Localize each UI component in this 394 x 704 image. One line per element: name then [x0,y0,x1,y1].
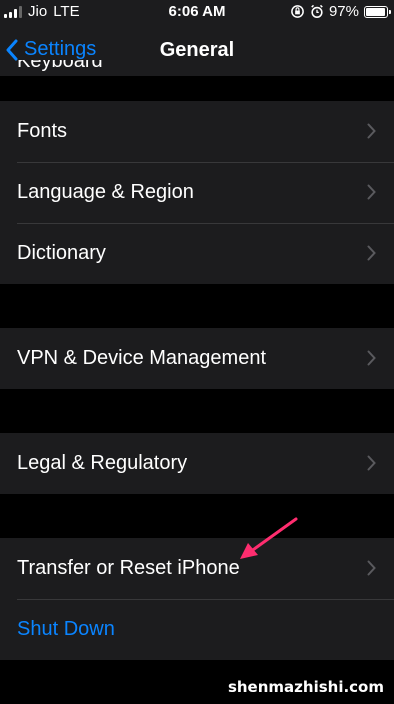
chevron-right-icon [367,455,376,471]
shut-down-row[interactable]: Shut Down [0,599,394,660]
orientation-lock-icon [291,5,304,18]
settings-group-3: Legal & Regulatory [0,433,394,494]
battery-percent: 97% [328,3,359,20]
row-label: Fonts [17,120,68,142]
settings-group-2: VPN & Device Management [0,328,394,389]
alarm-icon [311,4,323,18]
row-label: Dictionary [17,242,106,264]
chevron-right-icon [367,350,376,366]
shut-down-label: Shut Down [17,618,115,640]
annotation-arrow-icon [240,517,298,559]
chevron-right-icon [367,184,376,200]
battery-fill [366,7,386,16]
dictionary-row[interactable]: Dictionary [0,223,394,284]
battery-icon [364,5,391,18]
vpn-device-management-row[interactable]: VPN & Device Management [0,328,394,389]
watermark: shenmazhishi.com [227,678,384,696]
language-region-row[interactable]: Language & Region [0,162,394,223]
settings-group-1: Fonts Language & Region Dictionary [0,101,394,284]
transfer-reset-row[interactable]: Transfer or Reset iPhone [0,538,394,599]
settings-group-4: Transfer or Reset iPhone Shut Down [0,538,394,660]
chevron-right-icon [367,123,376,139]
chevron-right-icon [367,245,376,261]
legal-regulatory-row[interactable]: Legal & Regulatory [0,433,394,494]
fonts-row[interactable]: Fonts [0,101,394,162]
chevron-right-icon [367,560,376,576]
status-right: 97% [290,3,391,20]
page-title: General [159,39,235,61]
partial-row-label: Keyboard [17,60,103,72]
status-bar: Jio LTE 6:06 AM 97% [0,0,394,24]
row-label: VPN & Device Management [17,347,267,369]
row-label: Language & Region [17,181,194,203]
row-label: Transfer or Reset iPhone [17,557,240,579]
row-label: Legal & Regulatory [17,452,188,474]
